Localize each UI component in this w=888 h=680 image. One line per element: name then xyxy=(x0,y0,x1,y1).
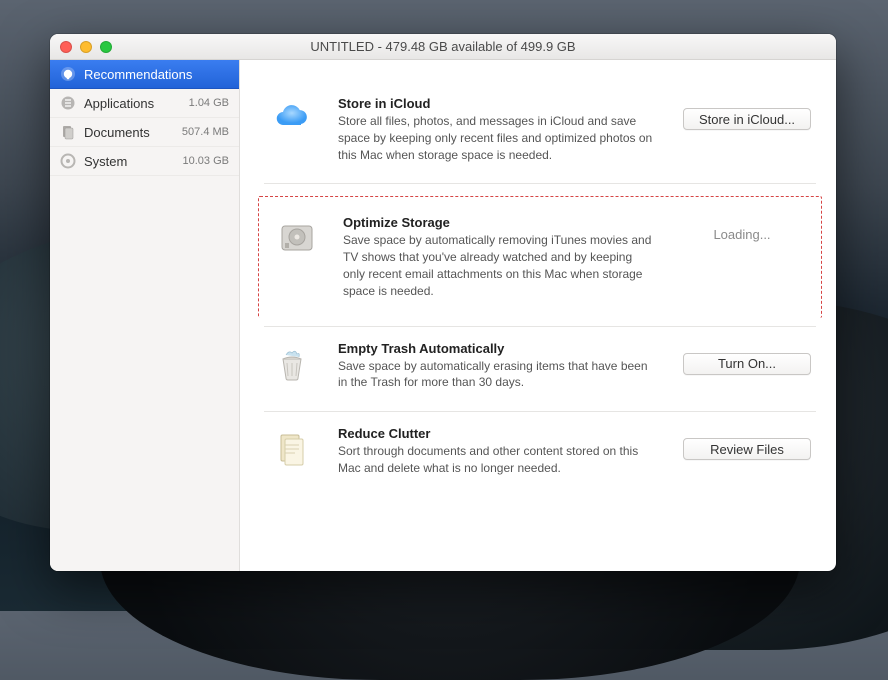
content-area: Store in iCloud Store all files, photos,… xyxy=(240,60,836,571)
card-empty-trash: Empty Trash Automatically Save space by … xyxy=(264,327,816,413)
card-title: Store in iCloud xyxy=(338,96,660,111)
hard-drive-icon xyxy=(269,215,325,259)
window-title: UNTITLED - 479.48 GB available of 499.9 … xyxy=(50,39,836,54)
turn-on-button[interactable]: Turn On... xyxy=(683,353,811,375)
sidebar-item-label: Documents xyxy=(84,125,150,140)
trash-icon xyxy=(264,341,320,385)
sidebar-item-applications[interactable]: Applications 1.04 GB xyxy=(50,89,239,118)
titlebar[interactable]: UNTITLED - 479.48 GB available of 499.9 … xyxy=(50,34,836,60)
sidebar-item-label: System xyxy=(84,154,127,169)
card-title: Optimize Storage xyxy=(343,215,655,230)
card-desc: Save space by automatically erasing item… xyxy=(338,358,660,392)
review-files-button[interactable]: Review Files xyxy=(683,438,811,460)
card-store-in-icloud: Store in iCloud Store all files, photos,… xyxy=(264,82,816,184)
card-desc: Save space by automatically removing iTu… xyxy=(343,232,655,299)
sidebar-item-label: Recommendations xyxy=(84,67,192,82)
card-reduce-clutter: Reduce Clutter Sort through documents an… xyxy=(264,412,816,497)
card-desc: Store all files, photos, and messages in… xyxy=(338,113,660,163)
card-title: Empty Trash Automatically xyxy=(338,341,660,356)
applications-icon xyxy=(60,95,76,111)
sidebar-item-size: 507.4 MB xyxy=(182,126,229,138)
sidebar-item-documents[interactable]: Documents 507.4 MB xyxy=(50,118,239,147)
lightbulb-icon xyxy=(60,66,76,82)
sidebar-item-size: 10.03 GB xyxy=(183,155,229,167)
card-title: Reduce Clutter xyxy=(338,426,660,441)
sidebar-item-label: Applications xyxy=(84,96,154,111)
sidebar-item-size: 1.04 GB xyxy=(189,97,229,109)
documents-icon xyxy=(60,124,76,140)
sidebar: Recommendations Applications 1.04 GB xyxy=(50,60,240,571)
icloud-icon xyxy=(264,96,320,140)
card-desc: Sort through documents and other content… xyxy=(338,443,660,477)
system-icon xyxy=(60,153,76,169)
store-in-icloud-button[interactable]: Store in iCloud... xyxy=(683,108,811,130)
loading-status: Loading... xyxy=(713,227,770,242)
storage-management-window: UNTITLED - 479.48 GB available of 499.9 … xyxy=(50,34,836,571)
close-icon[interactable] xyxy=(60,41,72,53)
minimize-icon[interactable] xyxy=(80,41,92,53)
zoom-icon[interactable] xyxy=(100,41,112,53)
sidebar-item-recommendations[interactable]: Recommendations xyxy=(50,60,239,89)
documents-stack-icon xyxy=(264,426,320,470)
card-optimize-storage: Optimize Storage Save space by automatic… xyxy=(258,196,822,317)
sidebar-item-system[interactable]: System 10.03 GB xyxy=(50,147,239,176)
